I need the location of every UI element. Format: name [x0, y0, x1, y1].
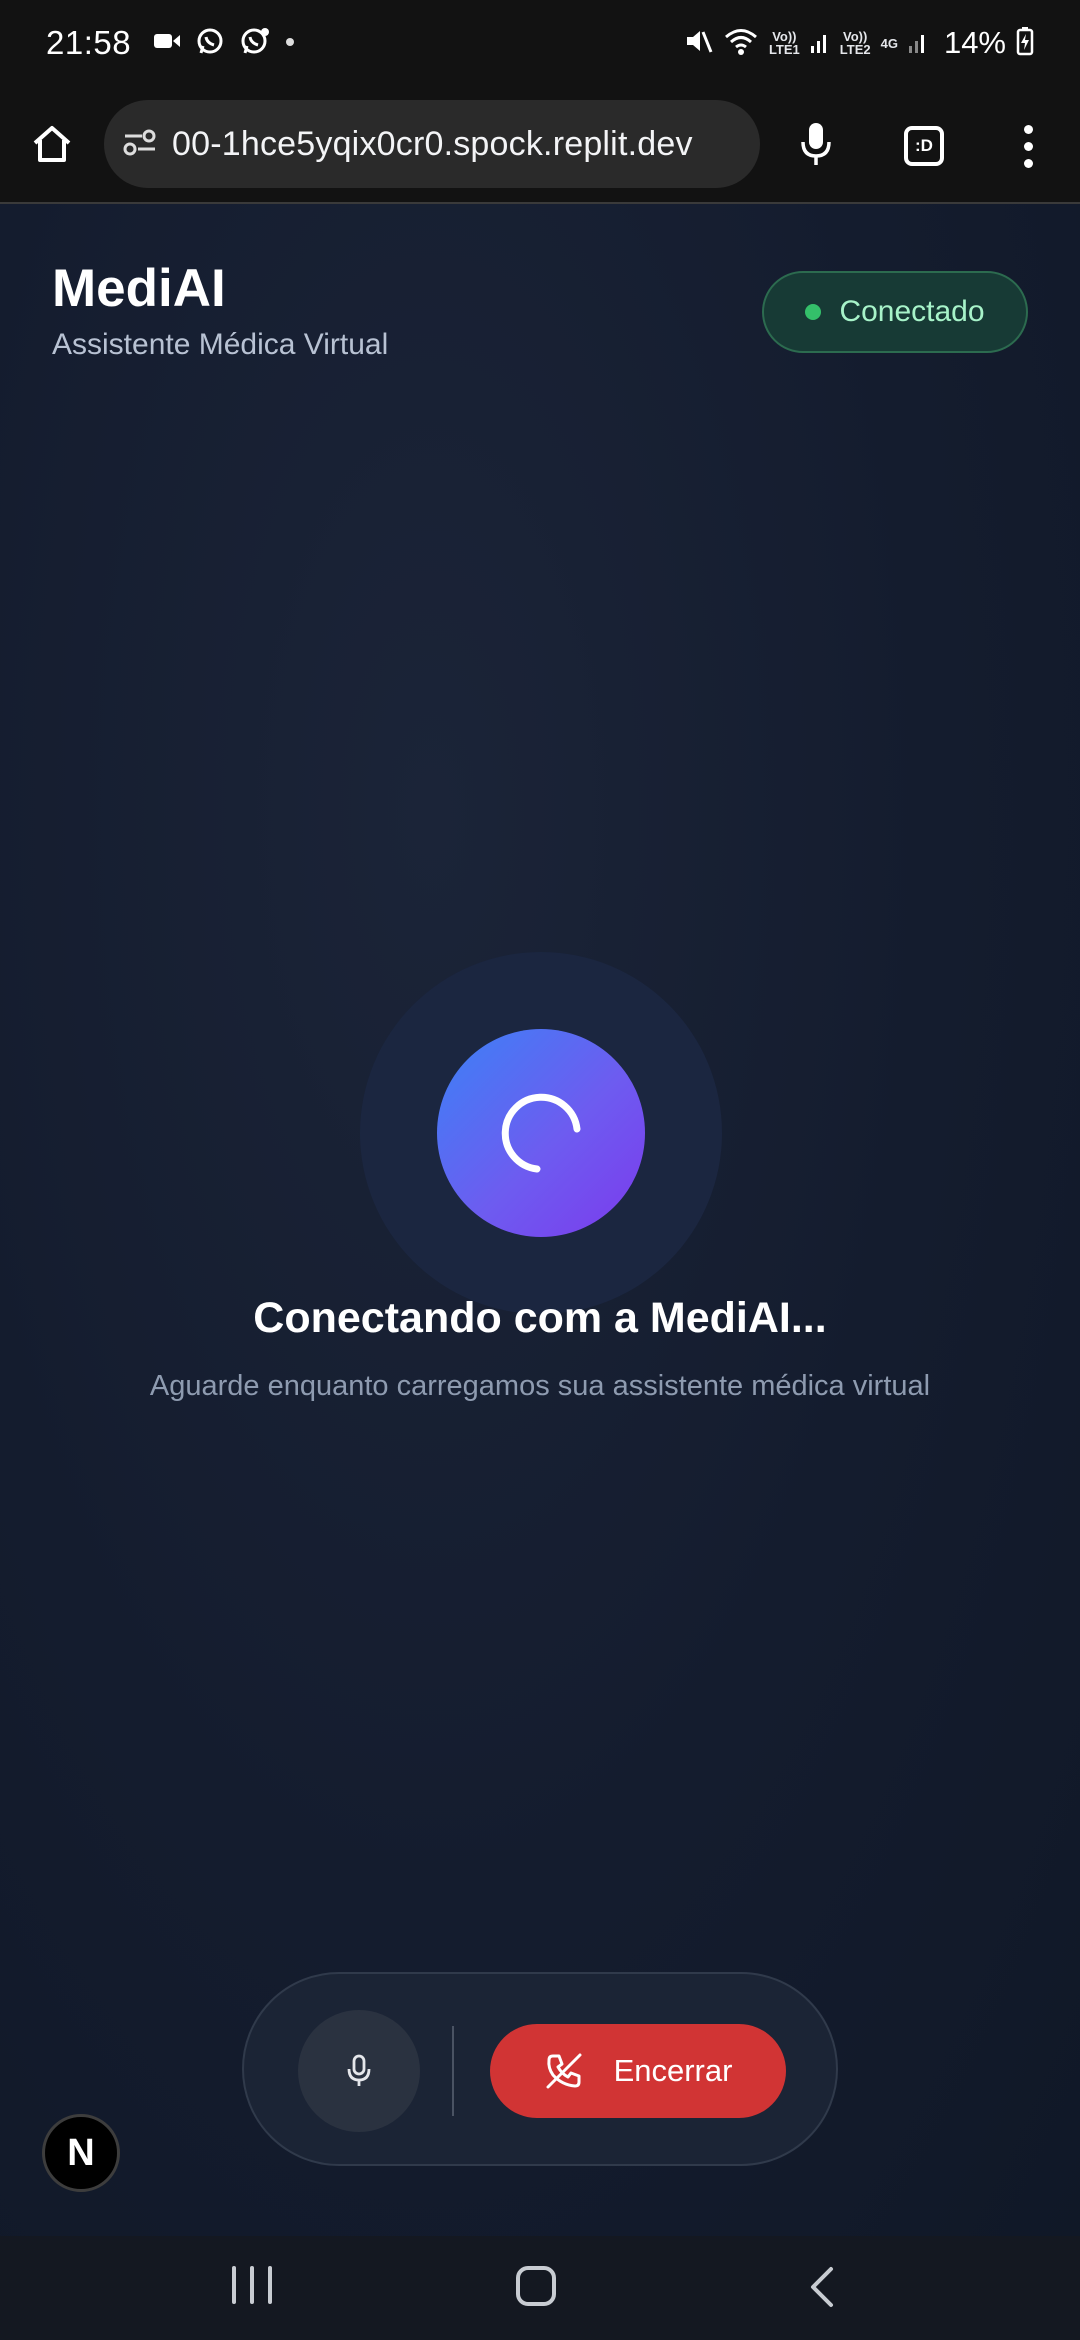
- home-icon: [33, 126, 71, 162]
- voice-search-button[interactable]: [786, 112, 846, 176]
- wifi-icon: [723, 26, 759, 61]
- screen: 21:58 Vo)) LTE1 Vo)) LTE2 4G 14% 00-1hce…: [0, 0, 1080, 2340]
- mute-icon: [683, 26, 713, 61]
- mute-toggle-button[interactable]: [298, 2010, 420, 2132]
- url-text[interactable]: 00-1hce5yqix0cr0.spock.replit.dev: [172, 125, 693, 164]
- end-call-label: Encerrar: [613, 2053, 733, 2088]
- call-controls: Encerrar: [242, 1972, 838, 2166]
- sim1-label: Vo)) LTE1: [768, 29, 800, 57]
- menu-dot: [1023, 124, 1033, 134]
- status-label: Conectado: [839, 295, 985, 328]
- microphone-icon: [801, 123, 831, 165]
- address-bar[interactable]: 00-1hce5yqix0cr0.spock.replit.dev: [104, 100, 760, 188]
- spinner-icon: [501, 1093, 581, 1173]
- android-nav-bar: [0, 2236, 1080, 2340]
- signal-sim2-icon: [908, 28, 928, 59]
- browser-toolbar: 00-1hce5yqix0cr0.spock.replit.dev :D: [0, 86, 1080, 204]
- end-call-button[interactable]: Encerrar: [490, 2024, 786, 2118]
- microphone-icon: [347, 2054, 371, 2086]
- site-settings-icon[interactable]: [122, 127, 158, 162]
- loading-title: Conectando com a MediAI...: [253, 1294, 827, 1342]
- more-notifications-dot-icon: [285, 34, 295, 52]
- recents-bar: [250, 2266, 254, 2304]
- recents-bar: [232, 2266, 236, 2304]
- app-title: MediAI: [52, 259, 226, 318]
- dev-tools-badge[interactable]: N: [42, 2114, 120, 2192]
- network-type: 4G: [880, 35, 898, 51]
- battery-charging-icon: [1016, 26, 1034, 61]
- menu-dot: [1023, 141, 1033, 151]
- notification-icons: [153, 26, 295, 61]
- menu-dot: [1023, 158, 1033, 168]
- status-bar: 21:58 Vo)) LTE1 Vo)) LTE2 4G 14%: [0, 0, 1080, 86]
- controls-divider: [452, 2026, 454, 2116]
- tab-switcher-button[interactable]: :D: [904, 126, 944, 166]
- recents-bar: [268, 2266, 272, 2304]
- back-chevron-icon: [811, 2267, 833, 2307]
- app-page: MediAI Assistente Médica Virtual Conecta…: [0, 204, 1080, 2236]
- recents-button[interactable]: [232, 2266, 272, 2310]
- browser-home-button[interactable]: [22, 114, 82, 174]
- status-dot-icon: [805, 304, 822, 320]
- browser-menu-button[interactable]: [1010, 116, 1046, 176]
- whatsapp-business-icon: [239, 26, 271, 61]
- tab-switcher-label: :D: [915, 136, 933, 155]
- battery-percentage: 14%: [943, 25, 1006, 60]
- phone-off-icon: [546, 2053, 582, 2089]
- loading-subtitle: Aguarde enquanto carregamos sua assisten…: [149, 1370, 931, 1402]
- badge-letter: N: [67, 2131, 95, 2174]
- video-call-icon: [153, 31, 181, 56]
- whatsapp-icon: [195, 26, 225, 61]
- sim2-label: Vo)) LTE2: [839, 29, 871, 57]
- back-button[interactable]: [800, 2264, 844, 2310]
- loader-avatar: [437, 1029, 645, 1237]
- app-subtitle: Assistente Médica Virtual: [52, 328, 389, 361]
- system-icons: Vo)) LTE1 Vo)) LTE2 4G 14%: [683, 25, 1034, 61]
- home-button[interactable]: [516, 2266, 556, 2306]
- status-time: 21:58: [46, 24, 132, 61]
- signal-sim1-icon: [810, 28, 830, 59]
- connection-status-badge: Conectado: [762, 271, 1028, 353]
